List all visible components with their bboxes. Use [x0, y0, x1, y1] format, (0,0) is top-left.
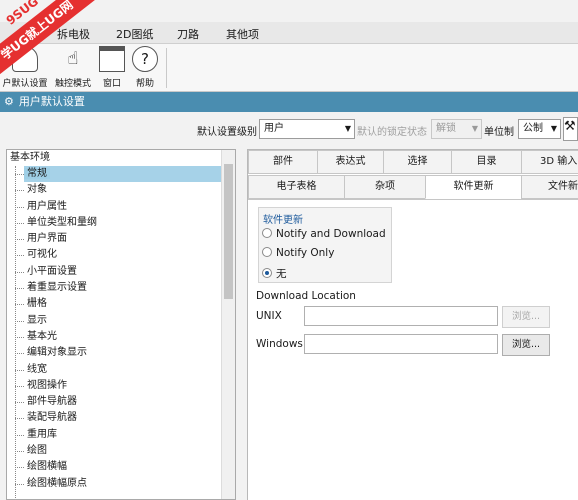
tab-misc[interactable]: 杂项 — [344, 175, 426, 199]
windows-browse-button[interactable]: 浏览... — [502, 334, 550, 356]
tab-row-1: 部件 表达式 选择 目录 3D 输入设 — [248, 150, 578, 189]
help-icon: ? — [132, 46, 158, 72]
unix-label: UNIX — [256, 310, 282, 322]
tree-item[interactable]: 视图操作 — [7, 378, 235, 394]
dialog-title-bar: ⚙ 用户默认设置 — [0, 92, 578, 112]
unix-browse-button[interactable]: 浏览... — [502, 306, 550, 328]
tab-directory[interactable]: 目录 — [451, 150, 522, 174]
tab-3d-input[interactable]: 3D 输入设 — [521, 150, 578, 189]
tree-item[interactable]: 基本光 — [7, 329, 235, 345]
touch-mode-label: 触控模式 — [54, 79, 91, 89]
dialog-title: 用户默认设置 — [18, 95, 85, 108]
tree-root[interactable]: 基本环境 — [7, 150, 235, 166]
radio-notify-download[interactable]: Notify and Download — [262, 228, 386, 240]
tree-item[interactable]: 小平面设置 — [7, 264, 235, 280]
defaults-level-row: 默认设置级别 用户 ▼ 默认的锁定状态 解锁 ▼ 单位制 公制 ▼ ⚒ — [0, 117, 578, 141]
settings-tool-button[interactable]: ⚒ — [563, 117, 578, 141]
ribbon-tab-2d-drawing[interactable]: 2D图纸 — [116, 26, 153, 42]
tree-item[interactable]: 绘图横幅 — [7, 459, 235, 475]
wrench-icon: ⚒ — [564, 119, 576, 134]
category-tree: 基本环境 常规 对象 用户属性 单位类型和量纲 用户界面 可视化 小平面设置 着… — [6, 149, 236, 500]
window-button[interactable]: 窗口 — [97, 46, 127, 89]
level-select[interactable]: 用户 ▼ — [259, 119, 355, 139]
tree-item[interactable]: 显示 — [7, 313, 235, 329]
ribbon-separator — [166, 48, 167, 88]
download-location-label: Download Location — [256, 290, 356, 302]
tree-item[interactable]: 部件导航器 — [7, 394, 235, 410]
radio-notify-only[interactable]: Notify Only — [262, 247, 334, 259]
chevron-down-icon: ▼ — [550, 124, 557, 133]
radio-circle-icon — [262, 247, 272, 257]
tree-item[interactable]: 线宽 — [7, 362, 235, 378]
tree-item[interactable]: 用户属性 — [7, 199, 235, 215]
help-button[interactable]: ? 帮助 — [130, 46, 160, 89]
lock-state-label: 默认的锁定状态 — [357, 127, 427, 138]
tree-item[interactable]: 绘图 — [7, 443, 235, 459]
ribbon-tab-electrode[interactable]: 拆电极 — [57, 26, 90, 42]
tree-item[interactable]: 装配导航器 — [7, 410, 235, 426]
lock-state-select[interactable]: 解锁 ▼ — [431, 119, 482, 139]
chevron-down-icon: ▼ — [471, 124, 478, 133]
windows-path-input[interactable] — [304, 334, 498, 354]
radio-none[interactable]: 无 — [262, 266, 287, 281]
level-label: 默认设置级别 — [197, 127, 257, 138]
tree-item[interactable]: 绘图横幅原点 — [7, 476, 235, 492]
level-select-value: 用户 — [264, 123, 284, 134]
tree-item[interactable]: 可视化 — [7, 247, 235, 263]
tab-part[interactable]: 部件 — [248, 150, 318, 174]
tree-scrollbar-thumb[interactable] — [224, 164, 233, 299]
tree-item[interactable]: 常规 — [7, 166, 235, 183]
gear-icon: ⚙ — [4, 95, 14, 108]
help-label: 帮助 — [135, 79, 154, 89]
tab-selection[interactable]: 选择 — [383, 150, 452, 174]
unit-select[interactable]: 公制 ▼ — [518, 119, 561, 139]
software-update-group: 软件更新 Notify and Download Notify Only 无 — [258, 207, 392, 283]
tree-item[interactable]: 着重显示设置 — [7, 280, 235, 296]
software-update-page: 软件更新 Notify and Download Notify Only 无 D… — [248, 199, 578, 500]
lock-state-value: 解锁 — [436, 123, 456, 134]
unit-select-value: 公制 — [523, 123, 543, 134]
windows-label: Windows — [256, 338, 303, 350]
tree-item[interactable]: 对象 — [7, 182, 235, 198]
tab-expression[interactable]: 表达式 — [317, 150, 384, 174]
tree-item[interactable]: 重用库 — [7, 427, 235, 443]
settings-panel: 部件 表达式 选择 目录 3D 输入设 电子表格 杂项 软件更新 文件新 软件更… — [247, 149, 578, 500]
radio-circle-icon — [262, 228, 272, 238]
unix-path-input[interactable] — [304, 306, 498, 326]
chevron-down-icon: ▼ — [344, 124, 351, 133]
ribbon-panel: 户默认设置 ☝ 触控模式 窗口 ? 帮助 — [0, 44, 578, 92]
group-title: 软件更新 — [263, 215, 303, 226]
unit-label: 单位制 — [484, 127, 514, 138]
ribbon-tab-bar: 拆电极 2D图纸 刀路 其他项 — [0, 22, 578, 44]
tree-scrollbar[interactable] — [221, 150, 235, 499]
ribbon-tab-other[interactable]: 其他项 — [226, 26, 259, 42]
tree-item[interactable]: 用户界面 — [7, 231, 235, 247]
tab-software-update[interactable]: 软件更新 — [425, 175, 522, 199]
tab-spreadsheet[interactable]: 电子表格 — [248, 175, 345, 199]
tab-row-2: 电子表格 杂项 软件更新 文件新 — [248, 175, 578, 199]
window-label: 窗口 — [102, 79, 121, 89]
tree-item[interactable]: 栅格 — [7, 296, 235, 312]
tree-item[interactable]: 编辑对象显示 — [7, 345, 235, 361]
user-defaults-label: 户默认设置 — [2, 79, 48, 89]
window-icon — [99, 46, 125, 72]
radio-selected-icon — [262, 268, 272, 278]
touch-hand-icon: ☝ — [67, 48, 79, 69]
tree-item[interactable]: 单位类型和量纲 — [7, 215, 235, 231]
touch-mode-button[interactable]: ☝ 触控模式 — [52, 46, 94, 89]
ribbon-tab-toolpath[interactable]: 刀路 — [177, 26, 199, 42]
tab-file-new[interactable]: 文件新 — [521, 175, 578, 199]
